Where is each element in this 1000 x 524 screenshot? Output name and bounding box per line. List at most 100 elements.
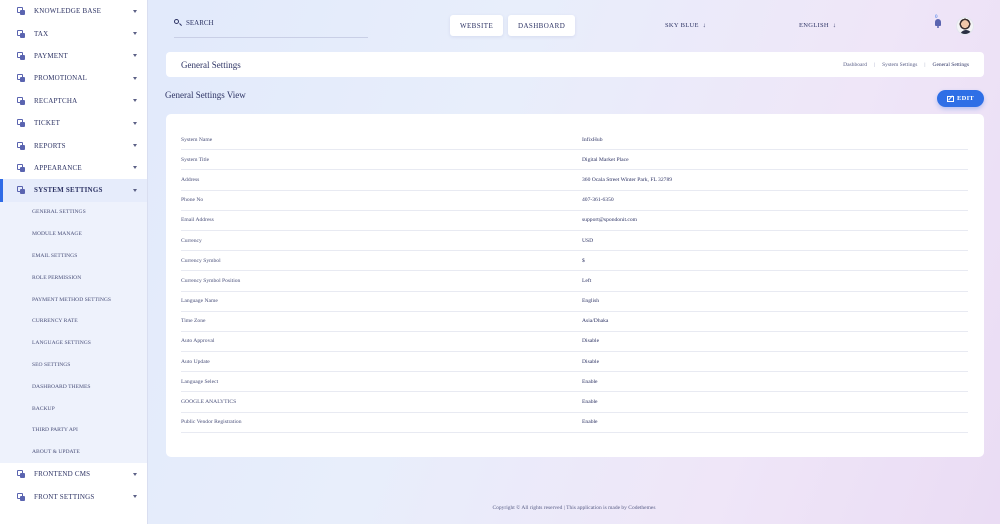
setting-label: Currency Symbol Position [181,277,241,284]
arrow-down-icon: ↓ [700,22,707,29]
page-header-card: General Settings Dashboard | System Sett… [166,52,984,77]
menu-module-icon [17,96,25,105]
settings-row: Phone No 407-361-6350 [181,191,968,211]
settings-row: Currency Symbol Position Left [181,271,968,292]
breadcrumb-system-settings[interactable]: System Settings [882,62,917,68]
sidebar-item-knowledge-base[interactable]: KNOWLEDGE BASE [0,0,147,22]
sidebar-item-label: APPEARANCE [34,163,82,172]
setting-value: Disable [582,358,600,365]
setting-label: Email Address [181,217,214,224]
submenu-item-backup[interactable]: BACKUP [0,398,147,420]
setting-label: Auto Approval [181,338,215,345]
settings-row: Currency USD [181,231,968,252]
submenu-item-seo-settings[interactable]: SEO SETTINGS [0,354,147,376]
setting-value: Enable [582,419,598,426]
setting-label: System Title [181,156,210,163]
arrow-down-icon: ↓ [830,22,837,29]
submenu-item-about-update[interactable]: ABOUT & UPDATE [0,441,147,463]
submenu-item-currency-rate[interactable]: CURRENCY RATE [0,311,147,333]
page-title: General Settings [181,59,241,70]
edit-button-label: EDIT [956,95,975,102]
system-settings-submenu: GENERAL SETTINGS MODULE MANAGE EMAIL SETTI… [0,201,147,464]
sidebar-item-system-settings[interactable]: SYSTEM SETTINGS [0,179,147,202]
settings-row: Auto Approval Disable [181,332,968,353]
sidebar-item-payment[interactable]: PAYMENT [0,45,147,67]
settings-row: System Title Digital Market Place [181,150,968,171]
setting-label: Time Zone [181,318,206,325]
sidebar-item-label: RECAPTCHA [34,96,78,105]
sidebar-item-label: FRONTEND CMS [34,470,91,479]
menu-module-icon [17,51,25,60]
sidebar-item-tax[interactable]: TAX [0,22,147,44]
submenu-item-payment-method-settings[interactable]: PAYMENT METHOD SETTINGS [0,289,147,311]
setting-value: Enable [582,378,598,385]
user-avatar[interactable] [956,17,974,35]
sidebar-item-promotional[interactable]: PROMOTIONAL [0,67,147,89]
setting-label: Currency [181,237,202,244]
sidebar-item-label: FRONT SETTINGS [34,492,95,501]
notification-bell-icon[interactable]: 0 [934,15,942,28]
setting-value: USD [582,237,594,244]
sidebar-item-front-settings[interactable]: FRONT SETTINGS [0,485,147,507]
sidebar-item-label: TICKET [34,119,61,128]
chevron-down-icon [133,9,137,13]
chevron-down-icon [133,495,137,499]
submenu-item-role-permission[interactable]: ROLE PERMISSION [0,267,147,289]
setting-value: Asia/Dhaka [582,318,609,325]
sidebar-item-frontend-cms[interactable]: FRONTEND CMS [0,463,147,485]
edit-icon [946,95,954,102]
submenu-item-dashboard-themes[interactable]: DASHBOARD THEMES [0,376,147,398]
breadcrumb-dashboard[interactable]: Dashboard [843,62,867,68]
dashboard-button[interactable]: DASHBOARD [508,15,576,36]
language-select-label: ENGLISH [799,22,829,29]
language-select[interactable]: ENGLISH ↓ [799,22,836,29]
theme-select-label: SKY BLUE [665,22,699,29]
sidebar-menu-bottom: FRONTEND CMS FRONT SETTINGS [0,463,147,508]
sidebar-item-ticket[interactable]: TICKET [0,112,147,134]
search-placeholder: SEARCH [186,19,214,27]
settings-row: GOOGLE ANALYTICS Enable [181,392,968,413]
setting-label: Language Name [181,298,218,305]
setting-label: Phone No [181,197,204,204]
submenu-item-general-settings[interactable]: GENERAL SETTINGS [0,202,147,224]
setting-label: Address [181,176,200,183]
sidebar-item-appearance[interactable]: APPEARANCE [0,157,147,179]
setting-value: Enable [582,399,598,406]
sidebar-item-label: PAYMENT [34,51,68,60]
setting-label: Public Vendor Registration [181,419,242,426]
menu-module-icon [17,186,25,195]
sidebar-item-label: REPORTS [34,141,66,150]
chevron-down-icon [133,54,137,58]
chevron-down-icon [133,32,137,36]
menu-module-icon [17,74,25,83]
sidebar-item-label: PROMOTIONAL [34,74,88,83]
submenu-item-module-manage[interactable]: MODULE MANAGE [0,223,147,245]
menu-module-icon [17,119,25,128]
settings-row: Language Select Enable [181,372,968,393]
sidebar-item-reports[interactable]: REPORTS [0,134,147,156]
setting-value: InfixHub [582,136,603,143]
menu-module-icon [17,470,25,479]
setting-value: Left [582,277,592,284]
setting-label: GOOGLE ANALYTICS [181,399,237,406]
edit-button[interactable]: EDIT [937,90,984,107]
menu-module-icon [17,492,25,501]
settings-row: Language Name English [181,292,968,312]
section-title: General Settings View [165,90,246,100]
footer-copyright: Copyright © All rights reserved | This a… [492,505,656,511]
sidebar-menu: KNOWLEDGE BASE TAX PAYMENT PROMOTIONAL RECAP… [0,0,147,202]
submenu-item-language-settings[interactable]: LANGUAGE SETTINGS [0,332,147,354]
submenu-item-email-settings[interactable]: EMAIL SETTINGS [0,245,147,267]
setting-value: Digital Market Place [582,156,629,163]
settings-row: Auto Update Disable [181,352,968,373]
search-input[interactable]: SEARCH [174,14,368,38]
theme-select[interactable]: SKY BLUE ↓ [665,22,706,29]
settings-row: Time Zone Asia/Dhaka [181,312,968,332]
setting-value: English [582,298,600,305]
settings-row: Address 360 Ocala Street Winter Park, FL … [181,170,968,191]
submenu-item-third-party-api[interactable]: THIRD PARTY API [0,419,147,441]
website-button[interactable]: WEBSITE [450,15,504,36]
sidebar-item-recaptcha[interactable]: RECAPTCHA [0,90,147,112]
search-icon [174,19,182,26]
sidebar-item-label: SYSTEM SETTINGS [34,186,103,195]
